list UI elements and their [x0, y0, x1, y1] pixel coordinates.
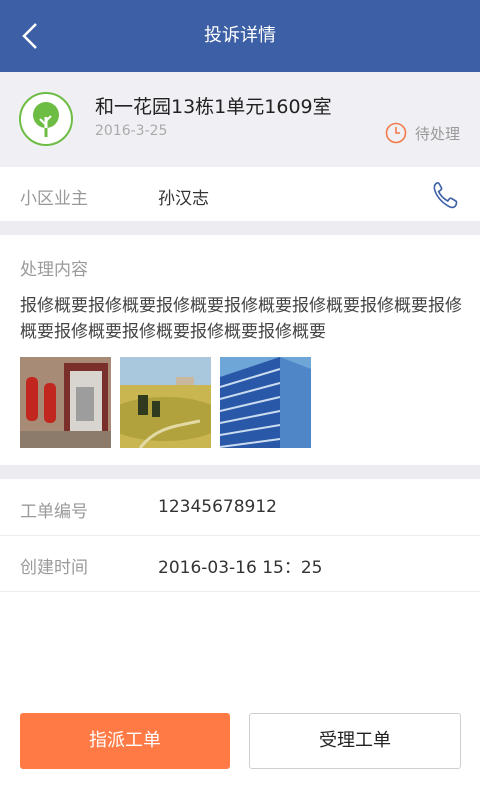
photo-thumbnail-2[interactable]: [120, 357, 211, 448]
created-time-row: 创建时间 2016-03-16 15：25: [0, 536, 480, 592]
tree-icon: [18, 91, 74, 147]
assign-order-button[interactable]: 指派工单: [20, 713, 230, 769]
created-time-label: 创建时间: [20, 558, 88, 578]
section-divider: [0, 221, 480, 235]
phone-icon[interactable]: [432, 181, 458, 213]
created-time-value: 2016-03-16 15：25: [158, 558, 323, 578]
content-text: 报修概要报修概要报修概要报修概要报修概要报修概要报修概要报修概要报修概要报修概要…: [20, 296, 462, 342]
section-divider: [0, 465, 480, 479]
photo-thumbnail-1[interactable]: [20, 357, 111, 448]
complaint-header: 和一花园13栋1单元1609室 2016-3-25 待处理: [0, 72, 480, 167]
photo-thumbnail-3[interactable]: [220, 357, 311, 448]
owner-label: 小区业主: [20, 189, 88, 209]
row-divider: [0, 591, 480, 592]
content-section: 处理内容 报修概要报修概要报修概要报修概要报修概要报修概要报修概要报修概要报修概…: [0, 235, 480, 465]
address-title: 和一花园13栋1单元1609室: [95, 96, 332, 118]
accept-order-button[interactable]: 受理工单: [249, 713, 461, 769]
owner-name: 孙汉志: [158, 189, 209, 209]
status-badge: 待处理: [385, 122, 460, 144]
order-number-label: 工单编号: [20, 502, 88, 522]
complaint-date: 2016-3-25: [95, 123, 168, 139]
nav-bar: 投诉详情: [0, 0, 480, 72]
order-number-row: 工单编号 12345678912: [0, 479, 480, 535]
content-label: 处理内容: [20, 260, 88, 280]
order-number-value: 12345678912: [158, 497, 277, 517]
owner-row: 小区业主 孙汉志: [0, 167, 480, 221]
page-title: 投诉详情: [204, 25, 276, 46]
status-text: 待处理: [414, 124, 460, 143]
clock-icon: [385, 122, 407, 144]
